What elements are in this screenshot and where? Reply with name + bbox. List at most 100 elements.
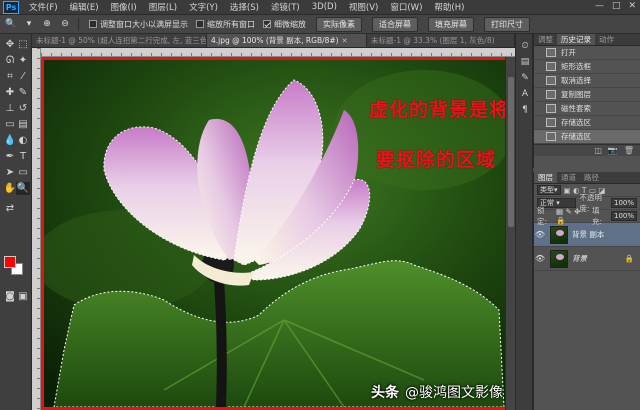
layer-row-background[interactable]: 👁 背景 🔒 bbox=[534, 247, 640, 271]
menu-layer[interactable]: 图层(L) bbox=[143, 1, 183, 13]
dodge-tool-icon[interactable]: ◐ bbox=[16, 134, 30, 147]
photoshop-logo-icon: Ps bbox=[3, 0, 19, 14]
tab-paths[interactable]: 路径 bbox=[580, 172, 603, 183]
menu-type[interactable]: 文字(Y) bbox=[183, 1, 224, 13]
lasso-tool-icon[interactable]: ᘏ bbox=[3, 54, 17, 67]
layer-kind-select[interactable]: 类型 ▾ bbox=[537, 185, 561, 195]
divider bbox=[78, 17, 79, 31]
checkbox-box[interactable] bbox=[196, 20, 204, 28]
tab-adjustments[interactable]: 调整 bbox=[534, 34, 557, 45]
checkbox-box[interactable] bbox=[263, 20, 271, 28]
maximize-button[interactable]: □ bbox=[612, 1, 621, 11]
zoom-tool-icon[interactable]: 🔍 bbox=[4, 18, 18, 31]
watermark-brand: 头条 bbox=[371, 385, 399, 401]
canvas-area[interactable]: 虚化的背景是将 要抠除的区域 头条 @骏鸿图文影像 bbox=[41, 57, 515, 410]
resize-windows-checkbox[interactable]: 调整窗口大小以满屏显示 bbox=[89, 19, 188, 30]
menu-select[interactable]: 选择(S) bbox=[224, 1, 265, 13]
menu-3d[interactable]: 3D(D) bbox=[306, 2, 343, 12]
gradient-tool-icon[interactable]: ▤ bbox=[16, 118, 30, 131]
menu-window[interactable]: 窗口(W) bbox=[384, 1, 428, 13]
paragraph-panel-icon[interactable]: ¶ bbox=[519, 104, 531, 116]
minimize-button[interactable]: — bbox=[595, 1, 604, 11]
menu-image[interactable]: 图像(I) bbox=[105, 1, 143, 13]
zoom-all-windows-checkbox[interactable]: 缩放所有窗口 bbox=[196, 19, 255, 30]
options-bar: 🔍 ▾ ⊕ ⊖ 调整窗口大小以满屏显示 缩放所有窗口 细微缩放 实际像素 适合屏… bbox=[0, 15, 640, 34]
horizontal-ruler[interactable] bbox=[41, 48, 515, 57]
trash-icon[interactable]: 🗑 bbox=[624, 146, 634, 155]
print-size-button[interactable]: 打印尺寸 bbox=[484, 16, 530, 32]
menu-filter[interactable]: 滤镜(T) bbox=[265, 1, 306, 13]
blur-tool-icon[interactable]: 💧 bbox=[3, 134, 17, 147]
scrubby-zoom-checkbox[interactable]: 细微缩放 bbox=[263, 19, 306, 30]
fill-input[interactable]: 100% bbox=[610, 211, 637, 221]
history-panel-tabs: 调整 历史记录 动作 bbox=[534, 34, 640, 46]
foreground-color-swatch[interactable] bbox=[4, 256, 16, 268]
path-selection-icon[interactable]: ➤ bbox=[3, 166, 17, 179]
move-tool-icon[interactable]: ✥ bbox=[3, 38, 17, 51]
layer-row-background-copy[interactable]: 👁 背景 副本 bbox=[534, 223, 640, 247]
menu-view[interactable]: 视图(V) bbox=[343, 1, 384, 13]
vertical-scrollbar[interactable] bbox=[505, 57, 515, 410]
brush-panel-icon[interactable]: ✎ bbox=[519, 72, 531, 84]
history-item[interactable]: 打开 bbox=[534, 46, 640, 60]
magic-wand-icon[interactable]: ✦ bbox=[16, 54, 30, 67]
opacity-input[interactable]: 100% bbox=[610, 198, 637, 208]
history-panel-icon[interactable]: ⏲ bbox=[519, 40, 531, 52]
tab-actions[interactable]: 动作 bbox=[595, 34, 618, 45]
tab-layers[interactable]: 图层 bbox=[534, 172, 557, 183]
quick-mask-icon[interactable]: ◙ bbox=[3, 290, 17, 303]
close-button[interactable]: ✕ bbox=[628, 1, 636, 11]
screen-mode-icon[interactable]: ▣ bbox=[16, 290, 30, 303]
history-brush-icon[interactable]: ↺ bbox=[16, 102, 30, 115]
scrollbar-thumb[interactable] bbox=[508, 77, 514, 227]
properties-panel-icon[interactable]: ▤ bbox=[519, 56, 531, 68]
history-item[interactable]: 磁性套索 bbox=[534, 102, 640, 116]
fill-screen-button[interactable]: 填充屏幕 bbox=[428, 16, 474, 32]
history-item[interactable]: 复制图层 bbox=[534, 88, 640, 102]
zoom-out-icon[interactable]: ⊖ bbox=[58, 18, 72, 31]
healing-brush-icon[interactable]: ✚ bbox=[3, 86, 17, 99]
history-item-selected[interactable]: 存储选区 bbox=[534, 130, 640, 144]
doc-tab-1[interactable]: 未标题-1 @ 50% (超人连招第二行完成, 左, 蓝三色通道) bbox=[32, 34, 207, 47]
history-item[interactable]: 取消选择 bbox=[534, 74, 640, 88]
text-tool-icon[interactable]: T bbox=[16, 150, 30, 163]
hand-tool-icon[interactable]: ✋ bbox=[3, 182, 17, 195]
menu-file[interactable]: 文件(F) bbox=[23, 1, 64, 13]
marquee-tool-icon[interactable]: ⬚ bbox=[16, 38, 30, 51]
new-snapshot-icon[interactable]: ◫ bbox=[594, 146, 602, 155]
actual-pixels-button[interactable]: 实际像素 bbox=[316, 16, 362, 32]
checkbox-box[interactable] bbox=[89, 20, 97, 28]
doc-tab-3[interactable]: 未标题-1 @ 33.3% (图层 1, 灰色/8) bbox=[367, 34, 515, 47]
chevron-down-icon[interactable]: ▾ bbox=[22, 18, 36, 31]
eye-icon[interactable]: 👁 bbox=[534, 230, 546, 239]
tab-channels[interactable]: 通道 bbox=[557, 172, 580, 183]
crop-tool-icon[interactable]: ⌗ bbox=[3, 70, 17, 83]
history-item-label: 存储选区 bbox=[561, 118, 591, 127]
menu-edit[interactable]: 编辑(E) bbox=[64, 1, 105, 13]
history-step-icon bbox=[546, 132, 556, 141]
history-item-label: 打开 bbox=[561, 48, 576, 57]
zoom-tool-icon[interactable]: 🔍 bbox=[16, 182, 30, 195]
vertical-ruler[interactable] bbox=[32, 48, 41, 410]
brush-tool-icon[interactable]: ✎ bbox=[16, 86, 30, 99]
shape-tool-icon[interactable]: ▭ bbox=[16, 166, 30, 179]
layer-thumbnail bbox=[550, 225, 568, 244]
close-tab-icon[interactable]: ✕ bbox=[342, 37, 348, 45]
fit-screen-button[interactable]: 适合屏幕 bbox=[372, 16, 418, 32]
history-item[interactable]: 矩形选框 bbox=[534, 60, 640, 74]
eraser-icon[interactable]: ▭ bbox=[3, 118, 17, 131]
eye-icon[interactable]: 👁 bbox=[534, 254, 546, 263]
pen-tool-icon[interactable]: ✒ bbox=[3, 150, 17, 163]
camera-icon[interactable]: 📷 bbox=[608, 146, 618, 155]
doc-tab-2[interactable]: 4.jpg @ 100% (背景 副本, RGB/8#) ✕ bbox=[207, 34, 367, 47]
eyedropper-icon[interactable]: ⁄ bbox=[16, 70, 30, 83]
swap-colors-icon[interactable]: ⇄ bbox=[3, 202, 17, 215]
clone-stamp-icon[interactable]: ⊥ bbox=[3, 102, 17, 115]
zoom-in-icon[interactable]: ⊕ bbox=[40, 18, 54, 31]
lock-icons[interactable]: ▦ ✎ ✥ 🔒 bbox=[556, 207, 589, 225]
menu-help[interactable]: 帮助(H) bbox=[428, 1, 470, 13]
character-panel-icon[interactable]: A bbox=[519, 88, 531, 100]
history-item[interactable]: 存储选区 bbox=[534, 116, 640, 130]
tab-history[interactable]: 历史记录 bbox=[557, 34, 595, 45]
history-step-icon bbox=[546, 48, 556, 57]
